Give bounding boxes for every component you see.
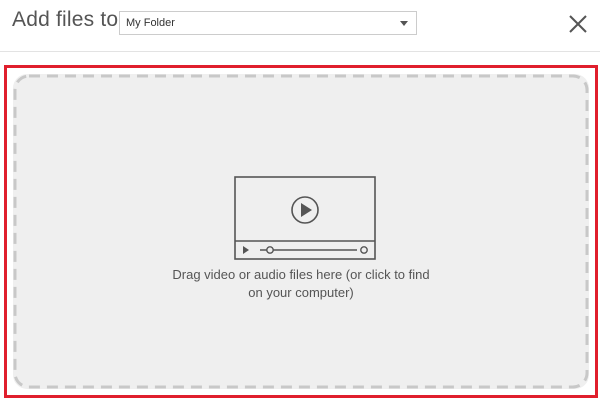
dropzone-area[interactable]: Drag video or audio files here (or click… [13, 74, 589, 389]
dialog-title: Add files to [12, 8, 119, 31]
video-player-icon [234, 176, 376, 260]
close-icon [569, 15, 587, 33]
dropzone-instructions-line1: Drag video or audio files here (or click… [172, 267, 430, 282]
dropzone-instructions-line2: on your computer) [248, 285, 354, 300]
folder-select[interactable]: My Folder [119, 11, 417, 35]
folder-select-value: My Folder [126, 17, 175, 29]
file-dropzone[interactable]: Drag video or audio files here (or click… [4, 65, 598, 398]
dropzone-instructions: Drag video or audio files here (or click… [13, 266, 589, 302]
dialog-header: Add files to My Folder [0, 0, 600, 52]
close-button[interactable] [564, 10, 592, 38]
chevron-down-icon [400, 21, 408, 26]
